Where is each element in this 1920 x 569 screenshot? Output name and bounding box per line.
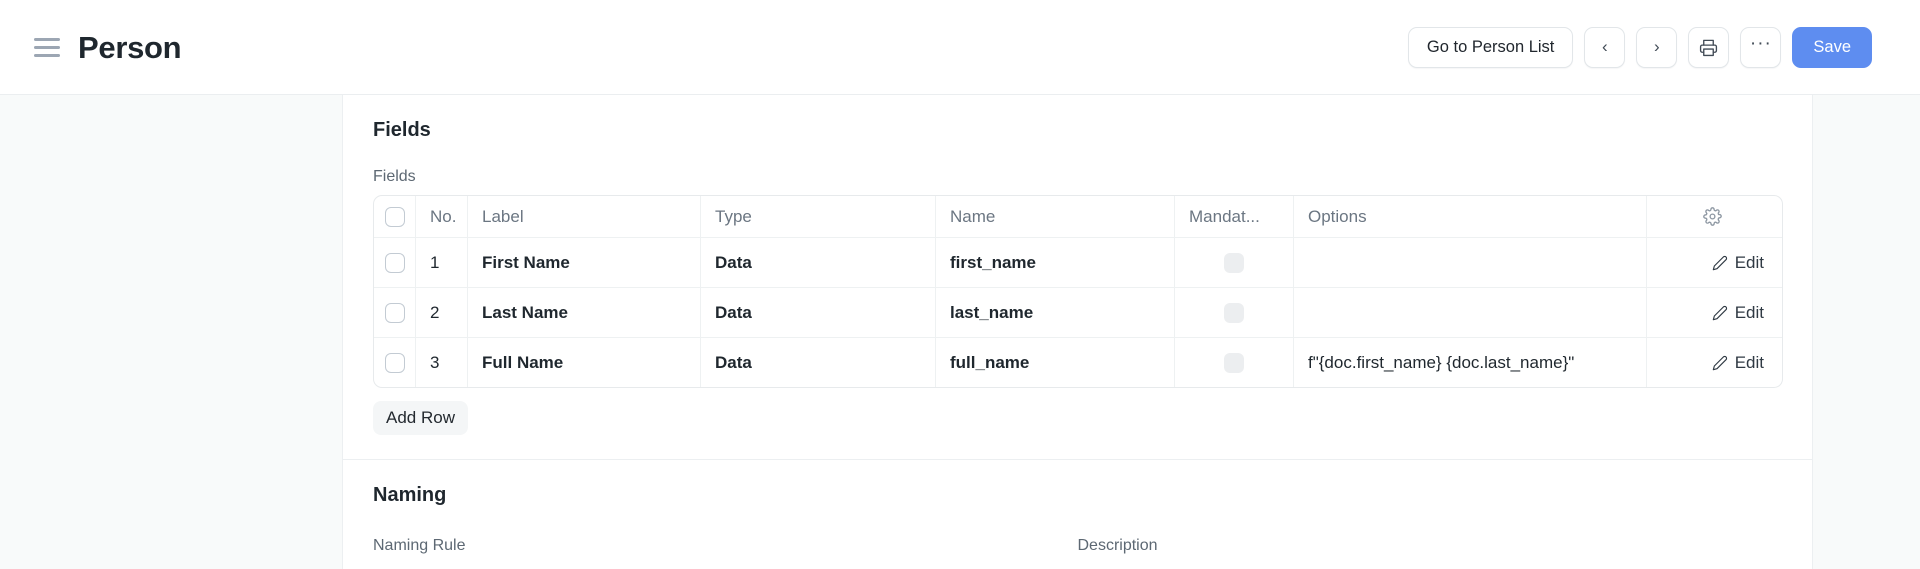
edit-row-button[interactable]: Edit xyxy=(1712,353,1764,373)
document-content-panel: Fields Fields No. Label Type Name Mandat… xyxy=(343,95,1813,569)
naming-section: Naming Naming Rule Description xyxy=(343,459,1812,564)
save-button[interactable]: Save xyxy=(1792,27,1872,68)
edit-row-label: Edit xyxy=(1735,303,1764,323)
column-header-name[interactable]: Name xyxy=(936,196,1175,237)
mandatory-checkbox[interactable] xyxy=(1224,253,1244,273)
fields-section-title: Fields xyxy=(373,95,1782,142)
page-title: Person xyxy=(78,32,181,63)
fields-section: Fields Fields No. Label Type Name Mandat… xyxy=(343,95,1812,459)
edit-row-label: Edit xyxy=(1735,253,1764,273)
right-sidebar-rail xyxy=(1814,95,1920,569)
table-row[interactable]: 1First NameDatafirst_name Edit xyxy=(374,238,1782,288)
hamburger-bar xyxy=(34,46,60,49)
row-select-checkbox[interactable] xyxy=(385,303,405,323)
cell-options[interactable]: f"{doc.first_name} {doc.last_name}" xyxy=(1294,338,1647,387)
cell-label[interactable]: Full Name xyxy=(468,338,701,387)
pencil-icon xyxy=(1712,355,1728,371)
row-select-checkbox[interactable] xyxy=(385,253,405,273)
cell-label[interactable]: First Name xyxy=(468,238,701,287)
chevron-right-icon: › xyxy=(1654,38,1660,55)
table-row[interactable]: 2Last NameDatalast_name Edit xyxy=(374,288,1782,338)
next-document-button[interactable]: › xyxy=(1636,27,1677,68)
navbar-actions: Go to Person List ‹ › ··· Save xyxy=(1408,27,1872,68)
cell-edit: Edit xyxy=(1647,288,1782,337)
naming-fields-row: Naming Rule Description xyxy=(373,537,1782,564)
cell-label[interactable]: Last Name xyxy=(468,288,701,337)
previous-document-button[interactable]: ‹ xyxy=(1584,27,1625,68)
cell-type[interactable]: Data xyxy=(701,238,936,287)
gear-icon[interactable] xyxy=(1661,207,1764,226)
cell-edit: Edit xyxy=(1647,338,1782,387)
pencil-icon xyxy=(1712,305,1728,321)
hamburger-bar xyxy=(34,54,60,57)
column-header-mandatory[interactable]: Mandat... xyxy=(1175,196,1294,237)
grid-settings-cell xyxy=(1647,196,1782,237)
cell-name[interactable]: first_name xyxy=(936,238,1175,287)
cell-mandatory xyxy=(1175,338,1294,387)
fields-grid-header-row: No. Label Type Name Mandat... Options xyxy=(374,196,1782,238)
cell-type[interactable]: Data xyxy=(701,338,936,387)
fields-grid-label: Fields xyxy=(373,168,1782,186)
body-area: Fields Fields No. Label Type Name Mandat… xyxy=(0,95,1920,569)
description-label: Description xyxy=(1078,537,1783,555)
app-root: Person Go to Person List ‹ › ··· Save xyxy=(0,0,1920,569)
print-icon xyxy=(1699,38,1718,57)
table-row[interactable]: 3Full NameDatafull_name f"{doc.first_name… xyxy=(374,338,1782,387)
fields-grid-body: 1First NameDatafirst_nameEdit2Last NameD… xyxy=(374,238,1782,387)
cell-mandatory xyxy=(1175,288,1294,337)
top-navbar: Person Go to Person List ‹ › ··· Save xyxy=(0,0,1920,95)
cell-mandatory xyxy=(1175,238,1294,287)
row-select-cell xyxy=(374,338,416,387)
add-row-button[interactable]: Add Row xyxy=(373,401,468,435)
navbar-left-group: Person xyxy=(34,32,181,63)
naming-rule-column: Naming Rule xyxy=(373,537,1078,564)
cell-options[interactable] xyxy=(1294,238,1647,287)
column-header-no[interactable]: No. xyxy=(416,196,468,237)
hamburger-bar xyxy=(34,38,60,41)
more-options-button[interactable]: ··· xyxy=(1740,27,1781,68)
column-header-options[interactable]: Options xyxy=(1294,196,1647,237)
row-select-cell xyxy=(374,238,416,287)
select-all-cell xyxy=(374,196,416,237)
naming-section-title: Naming xyxy=(373,460,1782,507)
column-header-label[interactable]: Label xyxy=(468,196,701,237)
cell-name[interactable]: last_name xyxy=(936,288,1175,337)
select-all-checkbox[interactable] xyxy=(385,207,405,227)
column-header-type[interactable]: Type xyxy=(701,196,936,237)
cell-no: 3 xyxy=(416,338,468,387)
print-button[interactable] xyxy=(1688,27,1729,68)
cell-options[interactable] xyxy=(1294,288,1647,337)
edit-row-label: Edit xyxy=(1735,353,1764,373)
ellipsis-icon: ··· xyxy=(1750,34,1772,53)
hamburger-icon[interactable] xyxy=(34,34,60,60)
edit-row-button[interactable]: Edit xyxy=(1712,253,1764,273)
left-sidebar-rail xyxy=(0,95,343,569)
cell-no: 2 xyxy=(416,288,468,337)
mandatory-checkbox[interactable] xyxy=(1224,353,1244,373)
naming-rule-label: Naming Rule xyxy=(373,537,1078,555)
fields-grid: No. Label Type Name Mandat... Options xyxy=(373,195,1783,388)
row-select-checkbox[interactable] xyxy=(385,353,405,373)
description-column: Description xyxy=(1078,537,1783,564)
edit-row-button[interactable]: Edit xyxy=(1712,303,1764,323)
cell-type[interactable]: Data xyxy=(701,288,936,337)
row-select-cell xyxy=(374,288,416,337)
cell-no: 1 xyxy=(416,238,468,287)
go-to-person-list-button[interactable]: Go to Person List xyxy=(1408,27,1573,68)
chevron-left-icon: ‹ xyxy=(1602,38,1608,55)
pencil-icon xyxy=(1712,255,1728,271)
cell-edit: Edit xyxy=(1647,238,1782,287)
mandatory-checkbox[interactable] xyxy=(1224,303,1244,323)
cell-name[interactable]: full_name xyxy=(936,338,1175,387)
